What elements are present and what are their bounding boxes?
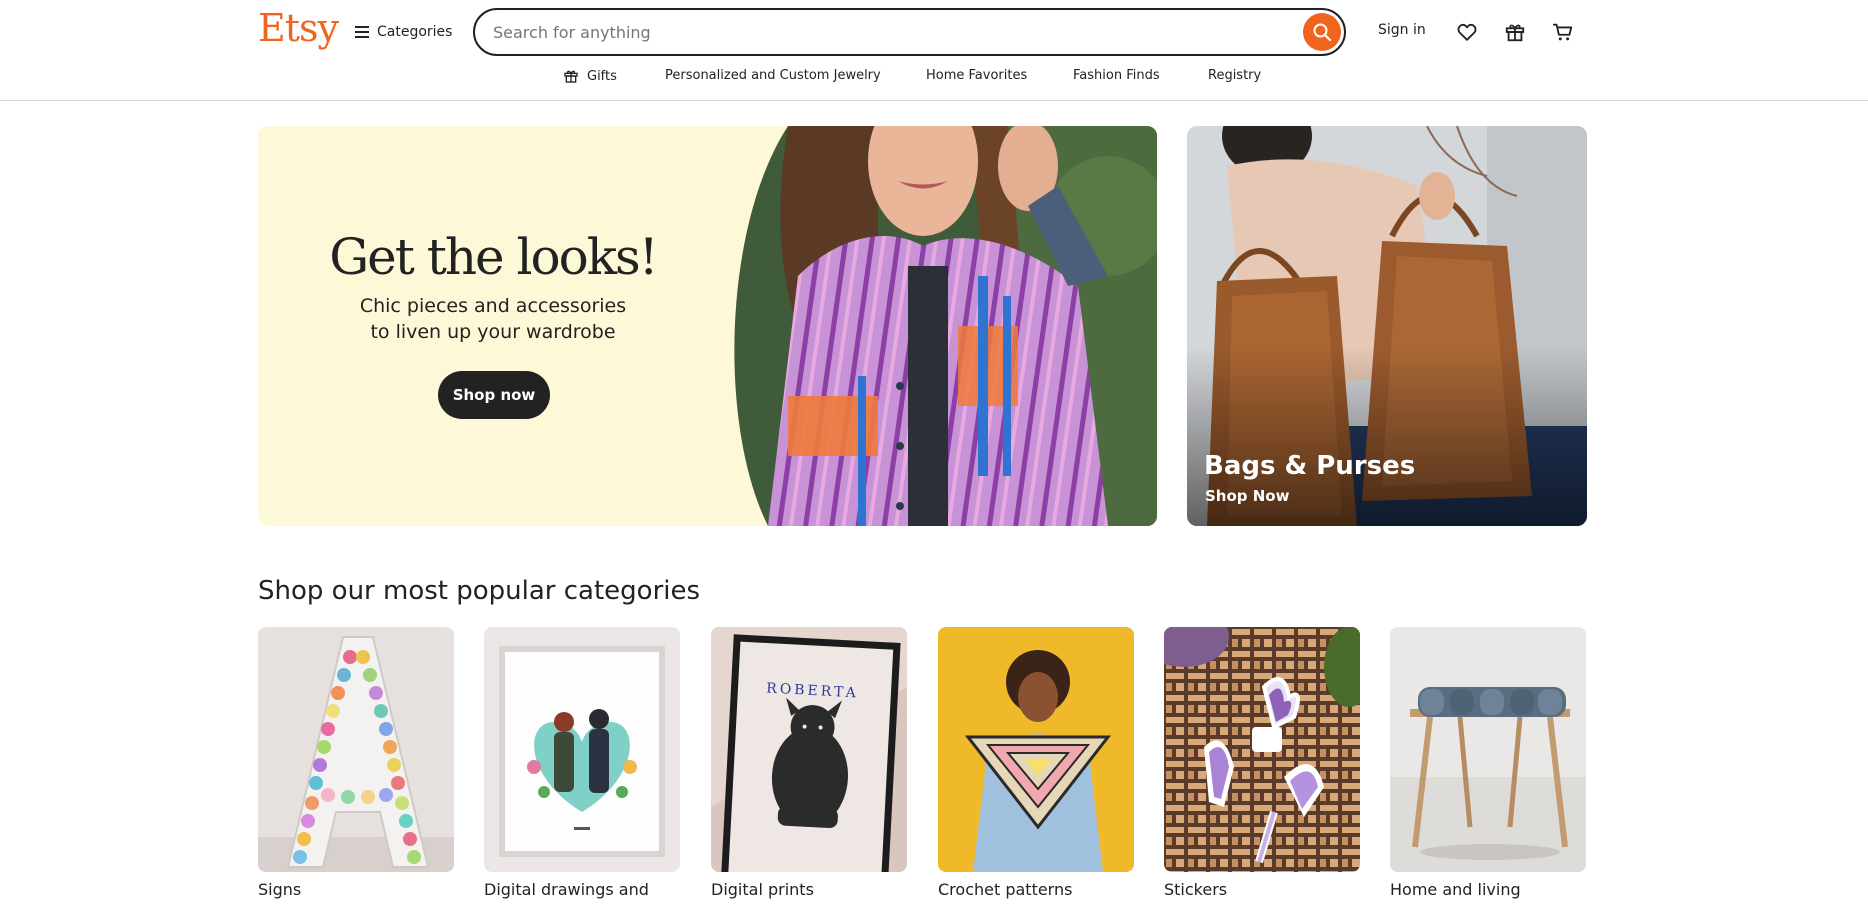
categories-button[interactable]: Categories xyxy=(355,18,452,46)
category-image-signs xyxy=(258,627,454,872)
category-card-crochet-patterns[interactable]: Crochet patterns xyxy=(938,627,1134,900)
hero-title: Get the looks! xyxy=(329,228,659,286)
search-icon xyxy=(1313,23,1332,42)
category-card-digital-drawings[interactable]: Digital drawings and illustrations xyxy=(484,627,680,900)
category-card-stickers[interactable]: Stickers xyxy=(1164,627,1360,900)
search-input[interactable] xyxy=(493,10,1253,54)
category-label-home-living: Home and living xyxy=(1390,880,1521,899)
categories-label: Categories xyxy=(377,24,453,40)
sign-in-link[interactable]: Sign in xyxy=(1378,22,1426,38)
heart-icon xyxy=(1457,23,1477,41)
category-label-digital-prints: Digital prints xyxy=(711,880,814,899)
cart-button[interactable] xyxy=(1550,19,1576,45)
category-label-stickers: Stickers xyxy=(1164,880,1228,899)
subnav-home-favorites[interactable]: Home Favorites xyxy=(926,68,1027,83)
category-image-digital-drawings xyxy=(484,627,680,872)
category-label-signs: Signs xyxy=(258,880,302,899)
promo-shop-now-link[interactable]: Shop Now xyxy=(1205,487,1289,505)
popular-categories-title: Shop our most popular categories xyxy=(258,576,701,606)
etsy-logo[interactable]: Etsy xyxy=(258,6,339,50)
subnav-registry[interactable]: Registry xyxy=(1208,68,1261,83)
gift-button[interactable] xyxy=(1502,19,1528,45)
category-card-digital-prints[interactable]: ROBERTA Digital prints xyxy=(711,627,907,900)
category-label-digital-drawings: Digital drawings and illustrations xyxy=(484,880,649,899)
favorites-button[interactable] xyxy=(1454,19,1480,45)
gift-icon xyxy=(1505,24,1525,42)
subnav-gifts[interactable]: Gifts xyxy=(563,68,617,84)
gift-icon xyxy=(564,70,578,83)
hero-subtitle: Chic pieces and accessories to liven up … xyxy=(258,293,728,345)
menu-icon xyxy=(355,26,369,38)
promo-title: Bags & Purses xyxy=(1204,451,1416,481)
search-button[interactable] xyxy=(1303,13,1341,51)
category-card-home-living[interactable]: Home and living xyxy=(1390,627,1586,900)
hero-text-block: Get the looks! Chic pieces and accessori… xyxy=(258,126,728,526)
search-bar xyxy=(473,8,1346,56)
category-image-crochet-patterns xyxy=(938,627,1134,872)
subnav-personalized-jewelry[interactable]: Personalized and Custom Jewelry xyxy=(665,68,881,83)
subnav-gifts-label: Gifts xyxy=(587,68,617,84)
bags-purses-promo[interactable]: Bags & Purses Shop Now xyxy=(1187,126,1587,526)
hero-subtitle-line1: Chic pieces and accessories xyxy=(359,295,627,317)
category-card-signs[interactable]: Signs xyxy=(258,627,454,900)
hero-image[interactable] xyxy=(728,126,1157,526)
hero-subtitle-line2: to liven up your wardrobe xyxy=(370,321,616,343)
site-header: Etsy Categories Sign in xyxy=(0,0,1868,101)
subnav-fashion-finds[interactable]: Fashion Finds xyxy=(1073,68,1160,83)
sub-navigation: Gifts Personalized and Custom Jewelry Ho… xyxy=(0,68,1868,88)
category-image-stickers xyxy=(1164,627,1360,872)
cart-icon xyxy=(1552,23,1573,41)
hero-banner: Get the looks! Chic pieces and accessori… xyxy=(258,126,1157,526)
shop-now-button[interactable]: Shop now xyxy=(438,371,550,419)
category-label-crochet-patterns: Crochet patterns xyxy=(938,880,1073,899)
category-image-home-living xyxy=(1390,627,1586,872)
category-image-digital-prints: ROBERTA xyxy=(711,627,907,872)
